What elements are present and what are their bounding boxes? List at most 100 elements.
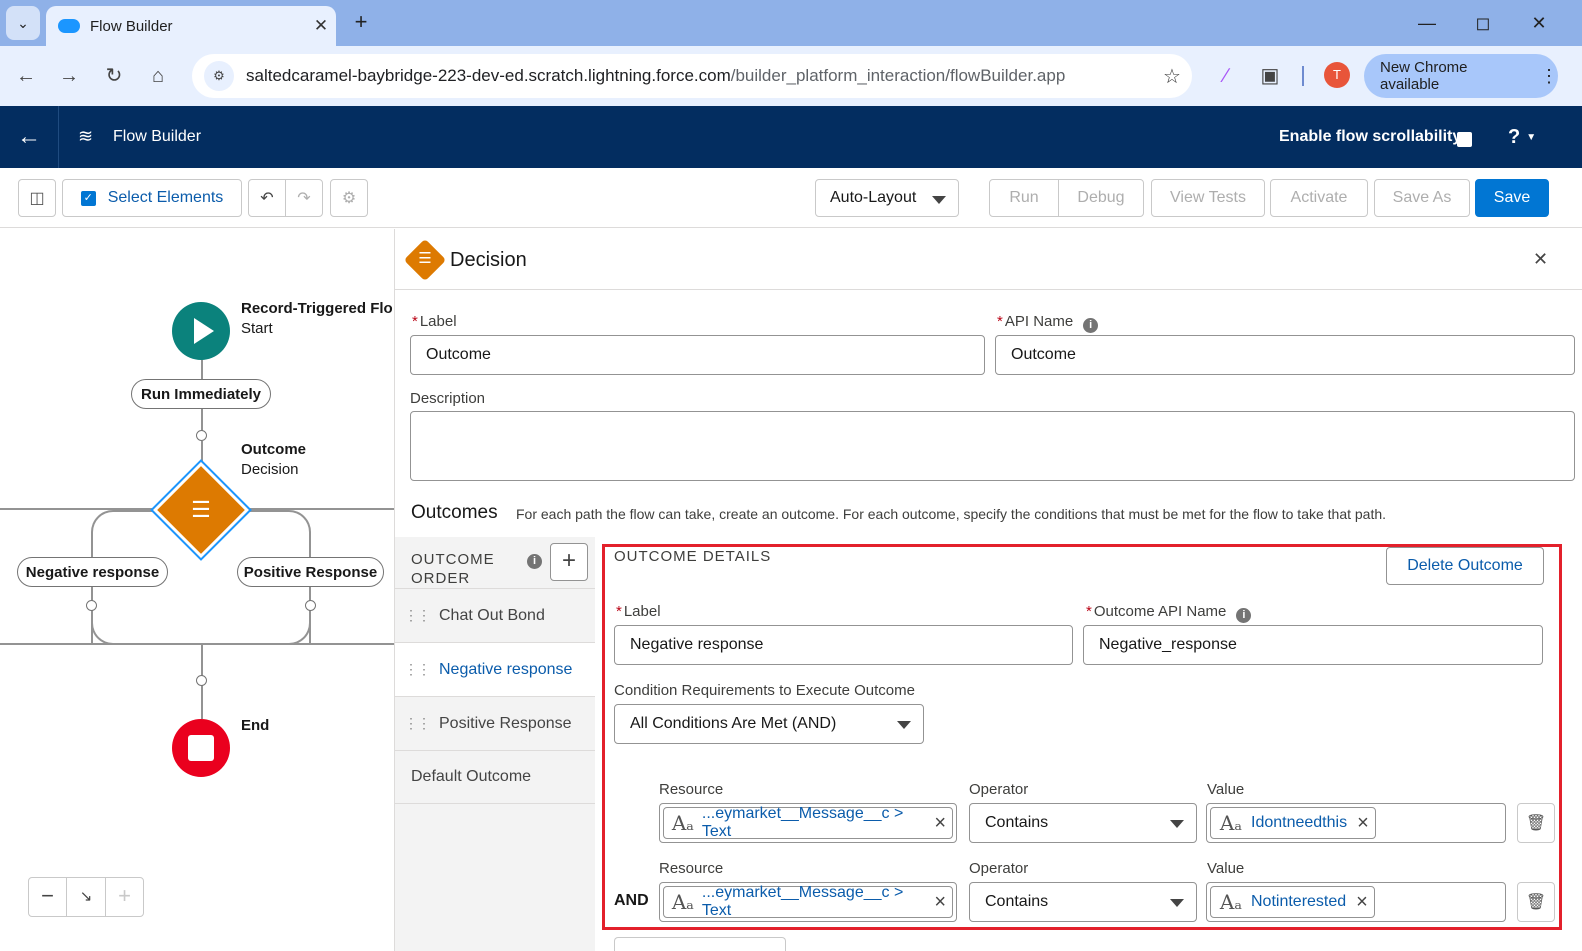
fit-view-button[interactable]: ↘ [66, 877, 106, 917]
label-input[interactable]: Outcome [410, 335, 985, 375]
profile-avatar[interactable]: T [1324, 62, 1350, 88]
info-icon[interactable]: i [1236, 608, 1252, 623]
delete-outcome-button[interactable]: Delete Outcome [1386, 547, 1544, 585]
add-outcome-button[interactable]: + [550, 543, 588, 581]
drag-handle-icon[interactable]: ⋮⋮ [395, 715, 439, 732]
activate-button[interactable]: Activate [1270, 179, 1368, 217]
select-elements-button[interactable]: ✓ Select Elements [62, 179, 242, 217]
info-icon[interactable]: i [1083, 318, 1099, 333]
zoom-out-button[interactable]: − [28, 877, 67, 917]
resource-pill[interactable]: Aₐ ...eymarket__Message__c > Text × [663, 805, 953, 840]
layout-value: Auto-Layout [830, 189, 917, 206]
omnibox[interactable]: ⚙ saltedcaramel-baybridge-223-dev-ed.scr… [192, 54, 1192, 98]
zoom-in-button[interactable]: + [105, 877, 144, 917]
outcome-label-input[interactable]: Negative response [614, 625, 1073, 665]
back-arrow-icon[interactable]: ← [14, 122, 44, 152]
pen-extension-icon[interactable]: ∕ [1210, 60, 1242, 92]
flow-canvas[interactable]: Record-Triggered Flo Start Run Immediate… [0, 229, 394, 951]
new-chrome-available-button[interactable]: New Chrome available ⋮ [1364, 54, 1558, 98]
branch-negative-pill[interactable]: Negative response [17, 557, 168, 587]
condition-requirements-select[interactable]: All Conditions Are Met (AND) [614, 704, 924, 744]
resource-pill[interactable]: Aₐ ...eymarket__Message__c > Text × [663, 884, 953, 919]
extensions-puzzle-icon[interactable]: ▣ [1254, 60, 1286, 92]
minimize-button[interactable]: — [1412, 8, 1442, 38]
outcome-api-input[interactable]: Negative_response [1083, 625, 1543, 665]
run-button[interactable]: Run [989, 179, 1059, 217]
end-node[interactable] [172, 719, 230, 777]
api-name-input[interactable]: Outcome [995, 335, 1575, 375]
toggle-panel-button[interactable]: ◫ [18, 179, 56, 217]
add-condition-button[interactable] [614, 937, 786, 951]
close-window-button[interactable]: ✕ [1524, 8, 1554, 38]
outcome-order-title: OUTCOME [411, 551, 495, 568]
scrollability-checkbox[interactable] [1457, 132, 1472, 147]
connector-dot[interactable] [196, 675, 207, 686]
remove-pill-icon[interactable]: × [1357, 812, 1369, 835]
select-elements-label: Select Elements [107, 189, 224, 206]
outcome-item-default[interactable]: Default Outcome [395, 750, 595, 804]
new-tab-button[interactable]: + [348, 10, 374, 36]
value-combobox[interactable]: Aₐ Idontneedthis × [1206, 803, 1506, 843]
delete-condition-button[interactable]: 🗑 [1517, 803, 1555, 843]
resource-pill-label: ...eymarket__Message__c > Text [701, 805, 904, 840]
resource-combobox[interactable]: Aₐ ...eymarket__Message__c > Text × [659, 803, 957, 843]
gear-icon: ⚙ [341, 190, 357, 207]
home-icon[interactable]: ⌂ [142, 60, 174, 92]
debug-button[interactable]: Debug [1058, 179, 1144, 217]
connector-dot[interactable] [86, 600, 97, 611]
operator-value: Contains [985, 814, 1049, 831]
undo-button[interactable]: ↶ [248, 179, 286, 217]
help-menu-button[interactable]: ? ▼ [1508, 126, 1536, 149]
chevron-down-icon: ⌄ [17, 14, 29, 31]
close-tab-icon[interactable]: ✕ [306, 16, 336, 36]
close-panel-icon[interactable]: ✕ [1533, 249, 1548, 270]
operator-label: Operator [969, 781, 1029, 798]
operator-select[interactable]: Contains [969, 882, 1197, 922]
flow-icon: ≋ [78, 126, 94, 146]
activate-label: Activate [1290, 189, 1348, 206]
outcome-item-negative-response[interactable]: ⋮⋮ Negative response [395, 642, 595, 696]
resource-pill-label: ...eymarket__Message__c > Text [701, 884, 904, 919]
reload-icon[interactable]: ↻ [98, 60, 130, 92]
layout-select[interactable]: Auto-Layout [815, 179, 959, 217]
outcomes-title: Outcomes [411, 502, 498, 523]
bookmark-star-icon[interactable]: ☆ [1152, 64, 1192, 89]
browser-tab[interactable]: Flow Builder ✕ [46, 6, 336, 46]
value-pill[interactable]: Aₐ Notinterested × [1210, 886, 1375, 918]
save-as-button[interactable]: Save As [1374, 179, 1470, 217]
connector-dot[interactable] [196, 430, 207, 441]
outcome-item-positive-response[interactable]: ⋮⋮ Positive Response [395, 696, 595, 750]
site-info-icon[interactable]: ⚙ [204, 61, 234, 91]
url-text[interactable]: saltedcaramel-baybridge-223-dev-ed.scrat… [246, 66, 1152, 86]
remove-pill-icon[interactable]: × [934, 812, 946, 835]
view-tests-button[interactable]: View Tests [1151, 179, 1265, 217]
connector-dot[interactable] [305, 600, 316, 611]
value-combobox[interactable]: Aₐ Notinterested × [1206, 882, 1506, 922]
start-node[interactable] [172, 302, 230, 360]
stop-icon [188, 735, 214, 761]
run-label: Run [1009, 189, 1039, 206]
tab-title: Flow Builder [90, 17, 173, 35]
tab-search-button[interactable]: ⌄ [6, 6, 40, 40]
maximize-button[interactable]: ◻ [1468, 8, 1498, 38]
delete-condition-button[interactable]: 🗑 [1517, 882, 1555, 922]
description-textarea[interactable] [410, 411, 1575, 481]
drag-handle-icon[interactable]: ⋮⋮ [395, 607, 439, 624]
remove-pill-icon[interactable]: × [1356, 891, 1368, 914]
outcome-item-chat-out-bond[interactable]: ⋮⋮ Chat Out Bond [395, 588, 595, 642]
settings-button[interactable]: ⚙ [330, 179, 368, 217]
resource-combobox[interactable]: Aₐ ...eymarket__Message__c > Text × [659, 882, 957, 922]
panel-icon: ◫ [29, 190, 45, 207]
run-immediately-pill[interactable]: Run Immediately [131, 379, 271, 409]
forward-icon[interactable]: → [53, 60, 85, 92]
info-icon[interactable]: i [527, 554, 542, 569]
save-button[interactable]: Save [1475, 179, 1549, 217]
value-pill[interactable]: Aₐ Idontneedthis × [1210, 807, 1376, 839]
remove-pill-icon[interactable]: × [934, 891, 946, 914]
back-icon[interactable]: ← [10, 60, 42, 92]
operator-select[interactable]: Contains [969, 803, 1197, 843]
branch-positive-pill[interactable]: Positive Response [237, 557, 384, 587]
drag-handle-icon[interactable]: ⋮⋮ [395, 661, 439, 678]
signpost-icon: ☰ [418, 250, 432, 267]
redo-button[interactable]: ↷ [285, 179, 323, 217]
